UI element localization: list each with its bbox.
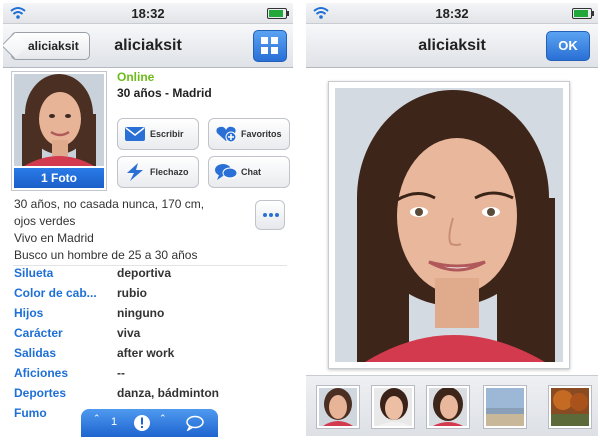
- thumbnail[interactable]: [426, 385, 470, 429]
- chat-label: Chat: [241, 167, 261, 177]
- attribute-value: ninguno: [117, 306, 165, 320]
- chevron-up-icon[interactable]: ⌃: [93, 413, 101, 424]
- attribute-value: rubio: [117, 286, 147, 300]
- lightning-icon: [127, 163, 143, 181]
- chevron-up-icon[interactable]: ⌃: [159, 413, 167, 424]
- photo-viewer-screen: 18:32 aliciaksit OK: [306, 3, 598, 445]
- page-title: aliciaksit: [114, 37, 182, 54]
- thumbnail[interactable]: [483, 385, 527, 429]
- attribute-row: Deportes danza, bádminton: [14, 386, 289, 406]
- crush-button[interactable]: Flechazo: [117, 156, 199, 188]
- main-photo[interactable]: [335, 88, 563, 362]
- speech-bubble-icon[interactable]: [185, 415, 205, 431]
- attribute-key: Salidas: [14, 346, 57, 360]
- description-line: ojos verdes: [14, 214, 76, 228]
- attribute-key: Deportes: [14, 386, 67, 400]
- chat-button[interactable]: Chat: [208, 156, 290, 188]
- bottom-tab-bar: ⌃ 1 ⌃: [81, 409, 218, 437]
- attribute-row: Aficiones --: [14, 366, 289, 386]
- attribute-value: danza, bádminton: [117, 386, 219, 400]
- attribute-row: Carácter viva: [14, 326, 289, 346]
- nav-bar: aliciaksit OK: [306, 24, 598, 68]
- crush-label: Flechazo: [150, 167, 189, 177]
- attribute-key: Carácter: [14, 326, 63, 340]
- attribute-value: after work: [117, 346, 175, 360]
- notification-count: 1: [111, 416, 118, 428]
- thumbnail[interactable]: [371, 385, 415, 429]
- write-button[interactable]: Escribir: [117, 118, 199, 150]
- attribute-key: Aficiones: [14, 366, 69, 380]
- attribute-value: deportiva: [117, 266, 172, 280]
- ellipsis-icon: [263, 213, 267, 217]
- profile-screen: 18:32 aliciaksit aliciaksit 1 Foto Onlin…: [3, 3, 293, 445]
- thumbnail[interactable]: [548, 385, 592, 429]
- more-button[interactable]: [255, 200, 285, 230]
- photo-count-button[interactable]: 1 Foto: [14, 168, 104, 188]
- thumbnail-strip: [306, 375, 598, 436]
- attribute-row: Salidas after work: [14, 346, 289, 366]
- speech-bubbles-icon: [215, 164, 237, 180]
- ok-button[interactable]: OK: [546, 31, 590, 61]
- nav-bar: aliciaksit aliciaksit: [3, 24, 293, 68]
- status-time: 18:32: [435, 6, 469, 21]
- status-bar: 18:32: [3, 3, 293, 24]
- battery-icon: [267, 8, 289, 19]
- status-bar: 18:32: [306, 3, 598, 24]
- favorites-button[interactable]: Favoritos: [208, 118, 290, 150]
- envelope-icon: [125, 127, 145, 141]
- profile-photo-card[interactable]: 1 Foto: [11, 71, 107, 191]
- attribute-row: Silueta deportiva: [14, 266, 289, 286]
- description-line: Vivo en Madrid: [14, 231, 94, 245]
- age-city: 30 años - Madrid: [117, 86, 212, 100]
- attribute-value: viva: [117, 326, 141, 340]
- online-status: Online: [117, 70, 155, 84]
- description-line: 30 años, no casada nunca, 170 cm,: [14, 197, 205, 211]
- description-line: Busco un hombre de 25 a 30 años: [14, 248, 198, 262]
- status-time: 18:32: [131, 6, 165, 21]
- attribute-key: Hijos: [14, 306, 44, 320]
- battery-icon: [572, 8, 594, 19]
- favorites-label: Favoritos: [241, 129, 282, 139]
- grid-icon: [261, 37, 268, 44]
- profile-description: 30 años, no casada nunca, 170 cm, ojos v…: [14, 196, 259, 264]
- alert-icon[interactable]: [133, 414, 151, 432]
- attribute-key: Silueta: [14, 266, 54, 280]
- thumbnail[interactable]: [316, 385, 360, 429]
- heart-plus-icon: [216, 126, 237, 143]
- grid-view-button[interactable]: [253, 30, 287, 62]
- attribute-row: Hijos ninguno: [14, 306, 289, 326]
- attribute-row: Color de cab... rubio: [14, 286, 289, 306]
- profile-photo[interactable]: [14, 74, 104, 166]
- attribute-value: --: [117, 366, 125, 380]
- write-label: Escribir: [150, 129, 184, 139]
- main-photo-frame: [328, 81, 570, 369]
- attribute-key: Color de cab...: [14, 286, 97, 300]
